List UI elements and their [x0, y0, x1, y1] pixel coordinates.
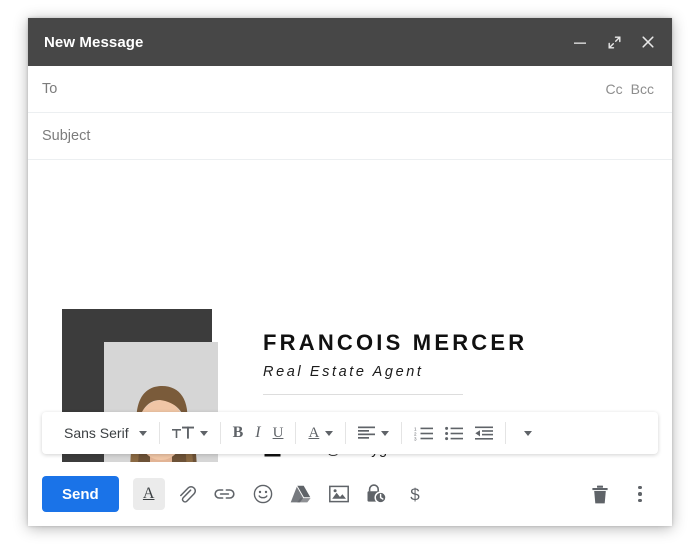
- more-format-options-button[interactable]: [512, 418, 538, 448]
- close-icon[interactable]: [638, 32, 658, 52]
- font-family-dropdown[interactable]: Sans Serif: [50, 418, 153, 448]
- toolbar-divider: [345, 422, 347, 444]
- to-input[interactable]: To: [42, 81, 606, 97]
- cc-button[interactable]: Cc: [606, 81, 623, 97]
- indent-less-button[interactable]: [469, 418, 499, 448]
- window-controls: [570, 32, 658, 52]
- attach-file-icon[interactable]: [171, 478, 203, 510]
- chevron-down-icon: [325, 430, 334, 436]
- minimize-icon[interactable]: [570, 32, 590, 52]
- insert-emoji-icon[interactable]: [247, 478, 279, 510]
- window-titlebar: New Message: [28, 18, 672, 66]
- signature-role: Real Estate Agent: [263, 364, 424, 380]
- to-field-row[interactable]: To Cc Bcc: [28, 66, 672, 113]
- insert-drive-icon[interactable]: [285, 478, 317, 510]
- chevron-down-icon: [138, 430, 147, 436]
- chevron-down-icon: [199, 430, 208, 436]
- more-options-icon[interactable]: [624, 478, 656, 510]
- font-family-value: Sans Serif: [64, 425, 129, 441]
- formatting-options-label: A: [142, 485, 155, 502]
- compose-window: New Message To Cc Bcc Subject FRANCOIS M…: [28, 18, 672, 526]
- signature-divider: [263, 394, 463, 395]
- text-color-dropdown[interactable]: A: [302, 418, 339, 448]
- confidential-mode-icon[interactable]: [361, 478, 393, 510]
- insert-link-icon[interactable]: [209, 478, 241, 510]
- compose-action-bar: Send A $: [28, 462, 672, 526]
- underline-button[interactable]: U: [267, 418, 290, 448]
- compose-right-tools: [584, 478, 656, 510]
- svg-text:3: 3: [414, 436, 417, 441]
- chevron-down-icon: [381, 430, 390, 436]
- bulleted-list-button[interactable]: [439, 418, 469, 448]
- text-color-icon: A: [308, 424, 320, 441]
- bcc-button[interactable]: Bcc: [631, 81, 654, 97]
- toolbar-divider: [401, 422, 403, 444]
- insert-money-icon[interactable]: $: [399, 478, 431, 510]
- window-title: New Message: [44, 33, 144, 51]
- italic-button[interactable]: I: [249, 418, 266, 448]
- chevron-down-icon: [524, 430, 533, 436]
- subject-input[interactable]: Subject: [42, 128, 654, 144]
- toolbar-divider: [505, 422, 507, 444]
- svg-text:$: $: [410, 485, 420, 504]
- align-dropdown[interactable]: [352, 418, 395, 448]
- message-body[interactable]: FRANCOIS MERCER Real Estate Agent 123-45…: [28, 160, 672, 462]
- vertical-dots: [638, 485, 642, 503]
- compose-tools: A $: [132, 478, 431, 510]
- subject-field-row[interactable]: Subject: [28, 113, 672, 160]
- cc-bcc-group: Cc Bcc: [606, 81, 654, 97]
- toolbar-divider: [158, 422, 160, 444]
- toolbar-divider: [219, 422, 221, 444]
- signature-name: FRANCOIS MERCER: [263, 330, 528, 355]
- toolbar-divider: [295, 422, 297, 444]
- bold-button[interactable]: B: [227, 418, 250, 448]
- expand-icon[interactable]: [604, 32, 624, 52]
- font-size-dropdown[interactable]: [166, 418, 214, 448]
- send-button[interactable]: Send: [42, 476, 119, 512]
- discard-draft-icon[interactable]: [584, 478, 616, 510]
- formatting-options-icon[interactable]: A: [132, 478, 165, 510]
- numbered-list-button[interactable]: 1 2 3: [408, 418, 439, 448]
- insert-photo-icon[interactable]: [323, 478, 355, 510]
- format-toolbar: Sans Serif B I U A 1 2 3: [42, 412, 658, 454]
